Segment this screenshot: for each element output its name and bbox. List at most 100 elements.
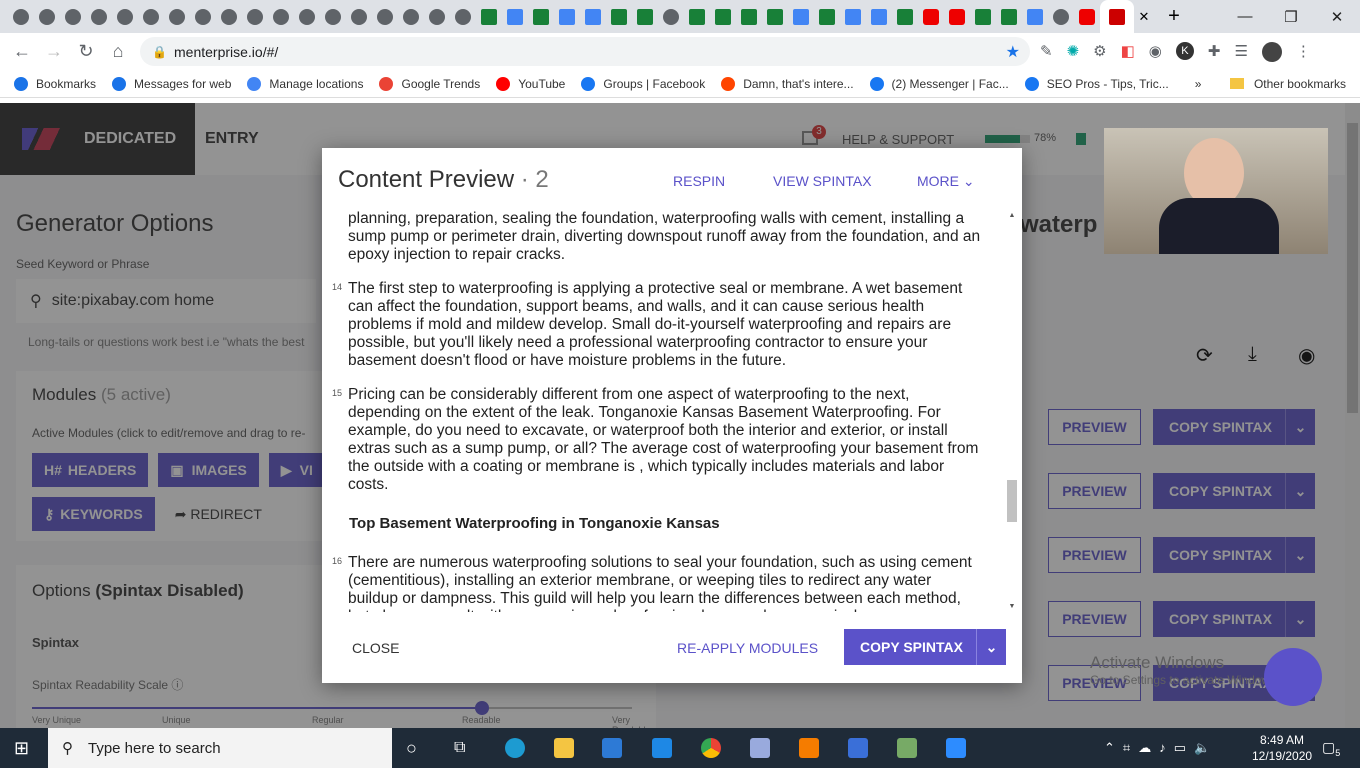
reload-button[interactable]: ↻ [70, 41, 102, 62]
active-tab[interactable] [1100, 0, 1134, 33]
menu-icon[interactable]: ⋮ [1296, 42, 1311, 62]
app-icon[interactable] [750, 738, 770, 758]
extension-icon[interactable]: ⚙ [1093, 42, 1106, 62]
browser-tab[interactable] [918, 0, 944, 33]
bookmarks-more-button[interactable]: » [1195, 77, 1202, 91]
browser-tab[interactable] [970, 0, 996, 33]
system-tray[interactable]: ⌃⌗☁♪▭🔈 [1104, 740, 1218, 756]
copy-spintax-button[interactable]: COPY SPINTAX ⌄ [844, 629, 1006, 665]
browser-tab[interactable] [320, 0, 346, 33]
browser-tab[interactable] [814, 0, 840, 33]
browser-tab[interactable] [684, 0, 710, 33]
respin-button[interactable]: RESPIN [673, 173, 725, 189]
app-icon[interactable] [848, 738, 868, 758]
cortana-icon[interactable]: ○ [406, 738, 417, 759]
reading-list-icon[interactable]: ☰ [1234, 42, 1247, 62]
browser-tab[interactable] [554, 0, 580, 33]
new-tab-button[interactable]: + [1154, 5, 1194, 28]
url-input[interactable]: 🔒 menterprise.io/#/ ★ [140, 37, 1030, 66]
bookmark-item[interactable]: SEO Pros - Tips, Tric... [1024, 76, 1169, 91]
bookmark-item[interactable]: Google Trends [379, 76, 480, 91]
browser-tab[interactable] [528, 0, 554, 33]
app-icon[interactable] [799, 738, 819, 758]
browser-tab[interactable] [658, 0, 684, 33]
browser-tab[interactable] [86, 0, 112, 33]
store-icon[interactable] [602, 738, 622, 758]
notification-center[interactable]: ▢5 [1322, 739, 1340, 758]
back-button[interactable]: ← [6, 41, 38, 62]
task-view-icon[interactable]: ⧉ [454, 739, 465, 757]
browser-tab[interactable] [944, 0, 970, 33]
edge-icon[interactable] [505, 738, 525, 758]
browser-tab[interactable] [476, 0, 502, 33]
bookmark-star-icon[interactable]: ★ [1006, 42, 1020, 62]
taskbar-search-input[interactable]: ⚲ Type here to search [48, 728, 392, 768]
other-bookmarks[interactable]: Other bookmarks [1229, 77, 1346, 91]
maximize-button[interactable]: ❐ [1268, 0, 1314, 33]
extension-icon[interactable]: K [1175, 41, 1194, 60]
browser-tab[interactable] [268, 0, 294, 33]
browser-tab[interactable] [1074, 0, 1100, 33]
browser-tab[interactable] [372, 0, 398, 33]
browser-tab[interactable] [710, 0, 736, 33]
browser-tab[interactable] [8, 0, 34, 33]
browser-tab[interactable] [606, 0, 632, 33]
close-window-button[interactable]: ✕ [1314, 0, 1360, 33]
view-spintax-button[interactable]: VIEW SPINTAX [773, 173, 872, 189]
windows-start-icon[interactable]: ⊞ [14, 738, 29, 759]
browser-tab[interactable] [1022, 0, 1048, 33]
browser-tab[interactable] [840, 0, 866, 33]
bookmark-item[interactable]: Manage locations [247, 76, 363, 91]
file-explorer-icon[interactable] [554, 738, 574, 758]
puzzle-extensions-icon[interactable]: ✚ [1208, 42, 1221, 62]
browser-tab[interactable] [788, 0, 814, 33]
browser-tab[interactable] [450, 0, 476, 33]
forward-button[interactable]: → [38, 41, 70, 62]
bookmark-item[interactable]: Damn, that's intere... [721, 76, 854, 91]
browser-tab[interactable] [398, 0, 424, 33]
copy-options-dropdown[interactable]: ⌄ [976, 629, 1006, 665]
browser-tab[interactable] [502, 0, 528, 33]
extension-icon[interactable]: ✺ [1067, 42, 1080, 62]
extension-icon[interactable]: ◉ [1149, 42, 1162, 62]
bookmark-item[interactable]: (2) Messenger | Fac... [869, 76, 1009, 91]
chrome-icon[interactable] [701, 738, 721, 758]
browser-tab[interactable] [190, 0, 216, 33]
chat-bubble-button[interactable] [1264, 648, 1322, 706]
more-button[interactable]: MORE ⌄ [917, 173, 975, 190]
browser-tab[interactable] [736, 0, 762, 33]
browser-tab[interactable] [866, 0, 892, 33]
browser-tab[interactable] [762, 0, 788, 33]
browser-tab[interactable] [1048, 0, 1074, 33]
browser-tab[interactable] [580, 0, 606, 33]
minimize-button[interactable]: — [1222, 0, 1268, 33]
browser-tab[interactable] [892, 0, 918, 33]
profile-avatar[interactable] [1261, 41, 1282, 62]
zoom-icon[interactable] [946, 738, 966, 758]
browser-tab[interactable] [34, 0, 60, 33]
bookmark-item[interactable]: Bookmarks [14, 76, 96, 91]
home-button[interactable]: ⌂ [102, 41, 134, 62]
mail-icon[interactable] [652, 738, 672, 758]
browser-tab[interactable] [294, 0, 320, 33]
browser-tab[interactable] [346, 0, 372, 33]
browser-tab[interactable] [632, 0, 658, 33]
bookmark-item[interactable]: Messages for web [112, 76, 231, 91]
browser-tab[interactable] [164, 0, 190, 33]
browser-tab[interactable] [216, 0, 242, 33]
preview-scrollbar[interactable]: ▲ ▼ [1006, 212, 1018, 610]
browser-tab[interactable] [424, 0, 450, 33]
browser-tab[interactable] [996, 0, 1022, 33]
close-tab-icon[interactable]: ✕ [1134, 9, 1154, 25]
browser-tab[interactable] [112, 0, 138, 33]
browser-tab[interactable] [242, 0, 268, 33]
extension-icon[interactable]: ✎ [1040, 42, 1053, 62]
bookmark-item[interactable]: Groups | Facebook [581, 76, 705, 91]
app-icon[interactable] [897, 738, 917, 758]
browser-tab[interactable] [60, 0, 86, 33]
browser-tab[interactable] [138, 0, 164, 33]
extension-icon[interactable]: ◧ [1121, 42, 1135, 62]
clock[interactable]: 8:49 AM 12/19/2020 [1252, 732, 1312, 764]
close-button[interactable]: CLOSE [352, 640, 399, 656]
reapply-modules-button[interactable]: RE-APPLY MODULES [677, 640, 818, 656]
